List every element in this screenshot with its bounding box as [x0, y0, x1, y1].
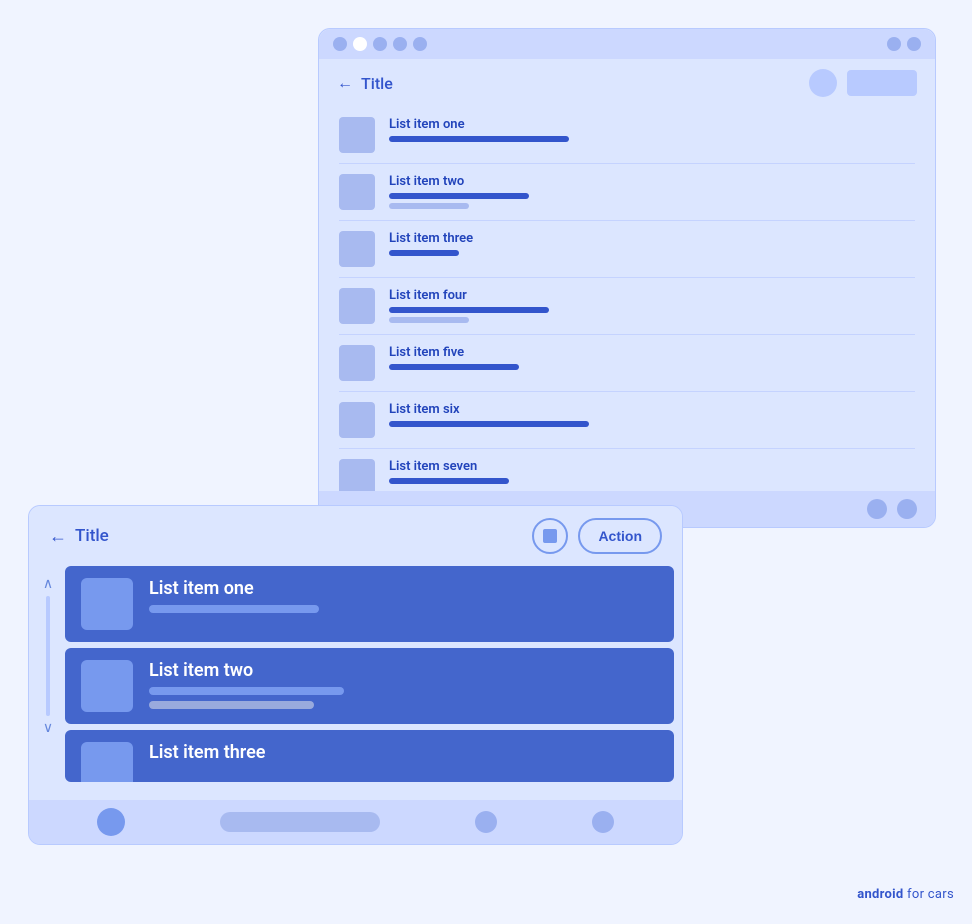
front-bottom-nav	[29, 800, 682, 844]
list-item-content: List item two	[149, 660, 344, 709]
chrome-dot-2	[353, 37, 367, 51]
list-item-title: List item three	[389, 231, 473, 246]
watermark-suffix: for cars	[904, 887, 954, 902]
list-item-title: List item three	[149, 742, 265, 763]
list-item-title: List item five	[389, 345, 519, 360]
list-item-bar-primary	[389, 421, 589, 427]
list-item-thumb	[339, 231, 375, 267]
nav-dot-2[interactable]	[475, 811, 497, 833]
list-item-title: List item seven	[389, 459, 509, 474]
list-item-content: List item one	[149, 578, 319, 613]
list-item[interactable]: List item four	[339, 278, 915, 335]
list-item-content: List item six	[389, 402, 589, 427]
list-item-title: List item one	[389, 117, 569, 132]
list-item-thumb	[339, 402, 375, 438]
list-item-thumb	[339, 117, 375, 153]
back-title-right	[809, 69, 917, 97]
nav-pill	[220, 812, 380, 832]
list-item[interactable]: List item three	[339, 221, 915, 278]
chrome-dot-6	[887, 37, 901, 51]
list-item-bar-secondary	[389, 203, 469, 209]
back-title-left: ← Title	[337, 73, 393, 93]
list-item-thumb	[339, 459, 375, 495]
list-item-content: List item one	[389, 117, 569, 142]
list-item[interactable]: List item five	[339, 335, 915, 392]
front-arrow-icon[interactable]: ←	[49, 526, 67, 547]
list-item-thumb	[81, 578, 133, 630]
list-item-bar-primary	[149, 605, 319, 613]
list-item-bar-primary	[389, 478, 509, 484]
list-item[interactable]: List item two	[65, 648, 674, 724]
list-item-title: List item two	[149, 660, 344, 681]
front-list: List item one List item two List item th…	[65, 566, 674, 782]
nav-dot-1[interactable]	[97, 808, 125, 836]
front-card: ← Title Action ∧ ∨ List item one	[28, 505, 683, 845]
chrome-dot-3	[373, 37, 387, 51]
list-item-thumb	[81, 742, 133, 782]
front-title-text: Title	[75, 526, 109, 546]
front-title-left: ← Title	[49, 526, 109, 547]
list-item-content: List item three	[389, 231, 473, 256]
front-action-button[interactable]: Action	[578, 518, 662, 554]
back-bottom-dot-2	[897, 499, 917, 519]
list-item-thumb	[339, 345, 375, 381]
list-item[interactable]: List item one	[65, 566, 674, 642]
list-item-thumb	[339, 288, 375, 324]
scroll-area: ∧ ∨	[43, 576, 53, 736]
front-title-bar: ← Title Action	[29, 506, 682, 566]
chrome-dot-5	[413, 37, 427, 51]
back-bottom-dot-1	[867, 499, 887, 519]
chrome-dot-7	[907, 37, 921, 51]
back-arrow-icon[interactable]: ←	[337, 73, 353, 93]
front-title-right: Action	[532, 518, 662, 554]
list-item-content: List item two	[389, 174, 529, 209]
list-item-bar-primary	[389, 136, 569, 142]
scroll-down-icon[interactable]: ∨	[43, 720, 53, 736]
back-title-text: Title	[361, 74, 393, 93]
list-item-content: List item three	[149, 742, 265, 763]
list-item-content: List item five	[389, 345, 519, 370]
list-item-bar-primary	[389, 250, 459, 256]
list-item[interactable]: List item six	[339, 392, 915, 449]
watermark-bold: android	[857, 887, 903, 902]
chrome-dot-4	[393, 37, 407, 51]
back-card: ← Title List item one List item two	[318, 28, 936, 528]
list-item[interactable]: List item two	[339, 164, 915, 221]
list-item-content: List item seven	[389, 459, 509, 484]
back-text-button[interactable]	[847, 70, 917, 96]
list-item-content: List item four	[389, 288, 549, 323]
list-item-thumb	[81, 660, 133, 712]
nav-dot-3[interactable]	[592, 811, 614, 833]
chrome-bar	[319, 29, 935, 59]
list-item-bar-primary	[149, 687, 344, 695]
scroll-up-icon[interactable]: ∧	[43, 576, 53, 592]
list-item-title: List item six	[389, 402, 589, 417]
front-icon-button[interactable]	[532, 518, 568, 554]
list-item[interactable]: List item one	[339, 107, 915, 164]
list-item-bar-secondary	[149, 701, 314, 709]
list-item-bar-primary	[389, 193, 529, 199]
list-item-title: List item four	[389, 288, 549, 303]
back-list: List item one List item two List item th…	[319, 107, 935, 506]
list-item-title: List item one	[149, 578, 319, 599]
list-item[interactable]: List item three	[65, 730, 674, 782]
list-item-bar-primary	[389, 364, 519, 370]
list-item-title: List item two	[389, 174, 529, 189]
chrome-dot-1	[333, 37, 347, 51]
list-item-bar-primary	[389, 307, 549, 313]
scroll-track	[46, 596, 50, 716]
list-item-thumb	[339, 174, 375, 210]
watermark: android for cars	[857, 887, 954, 902]
back-title-bar: ← Title	[319, 59, 935, 107]
list-item-bar-secondary	[389, 317, 469, 323]
stop-icon	[543, 529, 557, 543]
back-icon-button[interactable]	[809, 69, 837, 97]
